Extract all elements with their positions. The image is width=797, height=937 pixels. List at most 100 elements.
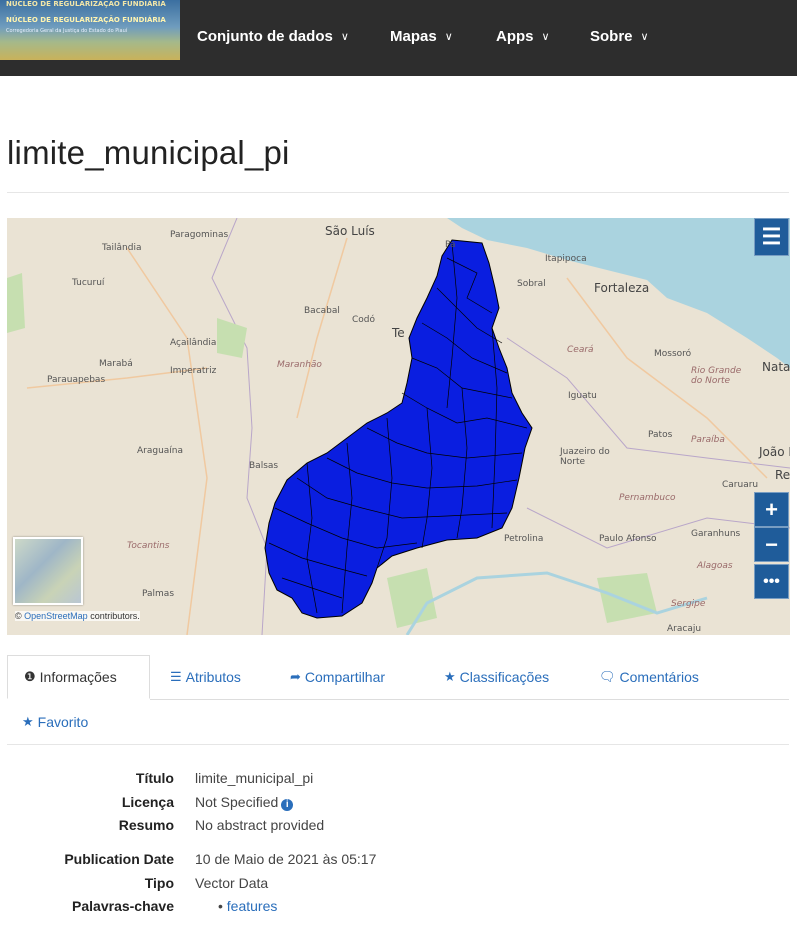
tab-label: Classificações — [459, 669, 550, 685]
plus-icon: + — [765, 496, 778, 522]
map-label: Ceará — [567, 345, 594, 355]
map-label: Tocantins — [127, 541, 170, 551]
keywords-label: Palavras-chave — [72, 898, 174, 914]
map-label: Parauapebas — [47, 375, 106, 385]
map-label: Paulo Afonso — [599, 534, 657, 544]
chevron-down-icon: ∨ — [444, 31, 453, 43]
tab-comentarios[interactable]: 🗨 Comentários — [599, 655, 699, 699]
tab-classificacoes[interactable]: ★ Classificações — [444, 655, 549, 699]
map-label: Balsas — [249, 461, 279, 471]
park-area — [7, 273, 25, 333]
resumo-value: No abstract provided — [195, 817, 325, 833]
map-label: Iguatu — [568, 391, 597, 401]
tab-label: Favorito — [37, 714, 89, 730]
star-icon: ★ — [22, 714, 34, 729]
map-label: Maranhão — [277, 360, 322, 370]
nav-sobre[interactable]: Sobre ∨ — [590, 28, 649, 45]
chevron-down-icon: ∨ — [640, 31, 649, 43]
map-label: Pernambuco — [619, 493, 676, 503]
licenca-value-row: Not Specified i — [195, 794, 294, 811]
logo-line-2: NÚCLEO DE REGULARIZAÇÃO FUNDIÁRIA — [6, 16, 166, 24]
tipo-value: Vector Data — [195, 875, 269, 891]
tab-informacoes[interactable]: ❶ Informações — [7, 655, 150, 699]
licenca-label: Licença — [121, 794, 174, 810]
basemap-switcher-thumbnail[interactable] — [13, 537, 83, 605]
tab-favorito[interactable]: ★ Favorito — [22, 700, 88, 744]
ellipsis-icon: ••• — [763, 572, 780, 590]
minus-icon: − — [765, 531, 778, 557]
map-label: Juazeiro do Norte — [560, 447, 610, 467]
titulo-value: limite_municipal_pi — [195, 770, 314, 786]
map-label: Garanhuns — [691, 529, 741, 539]
park-area — [597, 573, 657, 623]
nav-label: Mapas — [390, 28, 437, 45]
keyword-link[interactable]: features — [227, 898, 278, 914]
layer-menu-button[interactable]: ☰ — [754, 218, 789, 256]
resumo-label: Resumo — [118, 817, 174, 833]
tab-label: Comentários — [619, 669, 699, 685]
nav-label: Apps — [496, 28, 534, 45]
map-label: Caruaru — [722, 480, 759, 490]
map-label: Petrolina — [504, 534, 544, 544]
map-label: São Luís — [325, 224, 375, 238]
top-navbar: NÚCLEO DE REGULARIZAÇÃO FUNDIÁRIA NÚCLEO… — [0, 0, 797, 76]
titulo-label: Título — [135, 770, 174, 786]
state-border — [211, 218, 268, 635]
map-label: Aracaju — [667, 624, 702, 634]
attribution-suffix: contributors. — [87, 611, 140, 621]
site-logo[interactable]: NÚCLEO DE REGULARIZAÇÃO FUNDIÁRIA NÚCLEO… — [0, 0, 180, 60]
map-label: João P — [759, 445, 790, 459]
map-label: Codó — [352, 315, 376, 325]
map-attribution: © OpenStreetMap contributors. — [15, 611, 140, 621]
state-border — [506, 337, 790, 469]
logo-line-1: NÚCLEO DE REGULARIZAÇÃO FUNDIÁRIA — [6, 0, 166, 8]
star-icon: ★ — [444, 669, 456, 684]
map-label: Araguaína — [137, 446, 184, 456]
licenca-value: Not Specified — [195, 794, 279, 810]
divider — [7, 744, 789, 745]
info-circle-icon: ❶ — [24, 669, 36, 684]
nav-mapas[interactable]: Mapas ∨ — [390, 28, 453, 45]
road — [126, 247, 208, 635]
publication-date-label: Publication Date — [64, 851, 174, 867]
map-label: Pa — [445, 240, 456, 250]
nav-apps[interactable]: Apps ∨ — [496, 28, 550, 45]
hamburger-icon: ☰ — [761, 224, 782, 249]
zoom-in-button[interactable]: + — [754, 492, 789, 527]
chevron-down-icon: ∨ — [340, 31, 349, 43]
osm-link[interactable]: OpenStreetMap — [24, 611, 88, 621]
zoom-out-button[interactable]: − — [754, 527, 789, 562]
list-icon: ☰ — [170, 669, 182, 684]
tipo-label: Tipo — [144, 875, 174, 891]
tab-atributos[interactable]: ☰ Atributos — [170, 655, 241, 699]
divider — [7, 192, 789, 193]
map-label: Rio Grande do Norte — [691, 366, 742, 386]
more-tools-button[interactable]: ••• — [754, 564, 789, 599]
chevron-down-icon: ∨ — [541, 31, 550, 43]
nav-conjunto-de-dados[interactable]: Conjunto de dados ∨ — [197, 28, 349, 45]
park-area — [217, 318, 247, 358]
tab-label: Informações — [39, 669, 117, 685]
tab-label: Compartilhar — [304, 669, 386, 685]
info-circle-icon[interactable]: i — [281, 799, 294, 811]
piaui-layer[interactable] — [264, 239, 533, 619]
map-label: Paraíba — [691, 435, 725, 445]
park-area — [387, 568, 437, 628]
logo-line-3: Corregedoria Geral da Justiça do Estado … — [6, 28, 128, 34]
page-title: limite_municipal_pi — [7, 134, 290, 171]
map-label: Bacabal — [304, 306, 340, 316]
tabs-divider — [150, 699, 789, 700]
tab-compartilhar[interactable]: ➦ Compartilhar — [290, 655, 385, 699]
share-icon: ➦ — [290, 669, 301, 684]
nav-label: Conjunto de dados — [197, 28, 333, 45]
river — [405, 571, 708, 635]
map-label: Tucuruí — [72, 278, 105, 288]
map-label: Tailândia — [102, 243, 142, 253]
map-label: Sobral — [517, 279, 546, 289]
publication-date-value: 10 de Maio de 2021 às 05:17 — [195, 851, 377, 867]
map-viewer[interactable]: São Luís Paragominas Tailândia Tucuruí B… — [7, 218, 790, 635]
map-label: Açailândia — [170, 338, 217, 348]
map-label: Alagoas — [697, 561, 733, 571]
map-canvas[interactable] — [7, 218, 790, 635]
bullet: • — [218, 898, 227, 914]
